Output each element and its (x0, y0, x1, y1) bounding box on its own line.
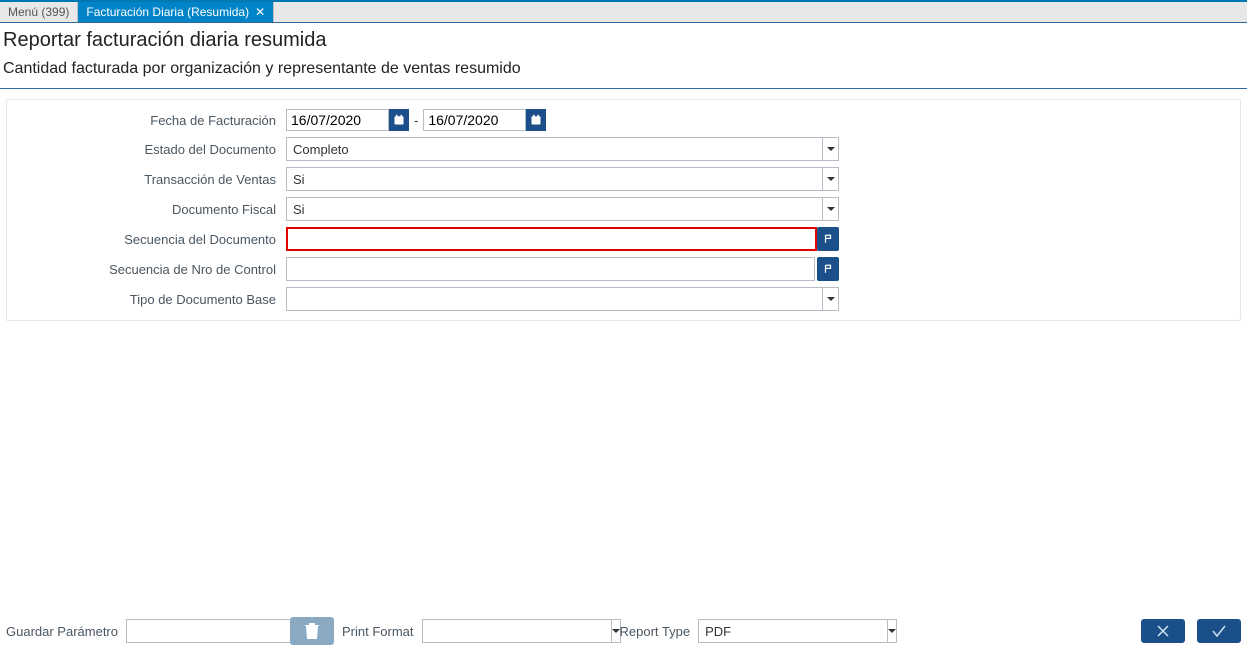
chevron-down-icon[interactable] (823, 167, 839, 191)
lookup-icon[interactable] (817, 257, 839, 281)
form-panel: Fecha de Facturación - Estado del Docume… (6, 99, 1241, 321)
fecha-to-input[interactable] (423, 109, 526, 131)
check-icon (1209, 623, 1229, 639)
page-title: Reportar facturación diaria resumida (0, 23, 1247, 56)
chevron-down-icon[interactable] (823, 137, 839, 161)
confirm-button[interactable] (1197, 619, 1241, 643)
tab-facturacion-diaria[interactable]: Facturación Diaria (Resumida) ✕ (78, 2, 274, 22)
fecha-from-input[interactable] (286, 109, 389, 131)
label-secuencia-ctrl: Secuencia de Nro de Control (11, 262, 286, 277)
chevron-down-icon[interactable] (823, 287, 839, 311)
transaccion-select[interactable] (286, 167, 823, 191)
print-format-select[interactable] (422, 619, 612, 643)
label-secuencia-doc: Secuencia del Documento (11, 232, 286, 247)
chevron-down-icon[interactable] (888, 619, 897, 643)
label-report-type: Report Type (620, 624, 691, 639)
secuencia-doc-input[interactable] (286, 227, 817, 251)
footer-bar: Guardar Parámetro Print Format Report Ty… (0, 615, 1247, 647)
label-fecha: Fecha de Facturación (11, 113, 286, 128)
label-guardar-parametro: Guardar Parámetro (6, 624, 118, 639)
trash-icon (304, 622, 320, 640)
tab-menu[interactable]: Menú (399) (0, 2, 78, 22)
fiscal-select[interactable] (286, 197, 823, 221)
calendar-icon[interactable] (389, 109, 409, 131)
secuencia-ctrl-input[interactable] (286, 257, 815, 281)
label-tipo-doc: Tipo de Documento Base (11, 292, 286, 307)
chevron-down-icon[interactable] (823, 197, 839, 221)
cancel-button[interactable] (1141, 619, 1185, 643)
page-subtitle: Cantidad facturada por organización y re… (0, 56, 1247, 88)
label-transaccion: Transacción de Ventas (11, 172, 286, 187)
close-icon[interactable]: ✕ (255, 5, 265, 19)
tab-active-label: Facturación Diaria (Resumida) (86, 5, 249, 19)
date-range-separator: - (409, 113, 423, 128)
tipo-doc-select[interactable] (286, 287, 823, 311)
delete-button[interactable] (290, 617, 334, 645)
label-fiscal: Documento Fiscal (11, 202, 286, 217)
estado-select[interactable] (286, 137, 823, 161)
tab-menu-label: Menú (399) (8, 5, 69, 19)
lookup-icon[interactable] (817, 227, 839, 251)
x-icon (1153, 623, 1173, 639)
guardar-parametro-select[interactable] (126, 619, 316, 643)
report-type-select[interactable] (698, 619, 888, 643)
tab-bar: Menú (399) Facturación Diaria (Resumida)… (0, 0, 1247, 22)
label-print-format: Print Format (342, 624, 414, 639)
label-estado: Estado del Documento (11, 142, 286, 157)
content-area: Reportar facturación diaria resumida Can… (0, 22, 1247, 615)
form-area: Fecha de Facturación - Estado del Docume… (0, 88, 1247, 321)
calendar-icon[interactable] (526, 109, 546, 131)
